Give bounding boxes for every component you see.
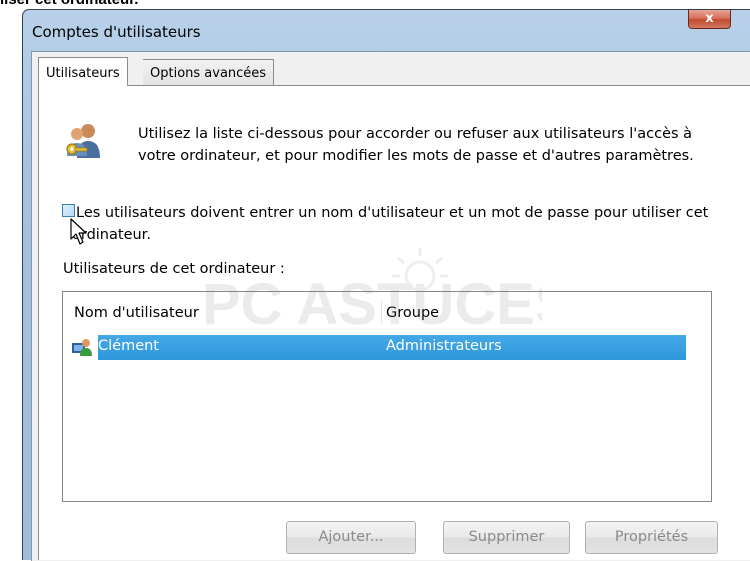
row-group: Administrateurs <box>386 338 502 354</box>
user-icon <box>72 339 92 356</box>
window-title: Comptes d'utilisateurs <box>32 23 201 41</box>
close-button[interactable]: x <box>688 10 731 29</box>
remove-button[interactable]: Supprimer <box>443 521 570 554</box>
row-username: Clément <box>98 338 159 354</box>
users-keys-icon <box>66 124 100 158</box>
require-login-label[interactable]: Les utilisateurs doivent entrer un nom d… <box>72 202 722 246</box>
users-list[interactable]: Nom d'utilisateur Groupe Clément Adminis… <box>62 291 712 502</box>
mouse-cursor-icon <box>70 218 87 245</box>
column-divider[interactable] <box>381 300 382 324</box>
column-header-group[interactable]: Groupe <box>386 305 439 321</box>
users-list-heading: Utilisateurs de cet ordinateur : <box>63 261 285 277</box>
tab-advanced-options[interactable]: Options avancées <box>143 59 275 86</box>
list-header: Nom d'utilisateur Groupe <box>63 292 711 332</box>
add-button[interactable]: Ajouter... <box>286 521 416 554</box>
column-header-username[interactable]: Nom d'utilisateur <box>74 305 199 321</box>
properties-button[interactable]: Propriétés <box>585 521 718 554</box>
tab-users[interactable]: Utilisateurs <box>38 57 128 86</box>
close-icon: x <box>705 11 714 26</box>
table-row[interactable]: Clément Administrateurs <box>71 335 686 360</box>
intro-text: Utilisez la liste ci-dessous pour accord… <box>138 126 694 164</box>
page-caption: liser cet ordinateur. <box>0 0 138 9</box>
